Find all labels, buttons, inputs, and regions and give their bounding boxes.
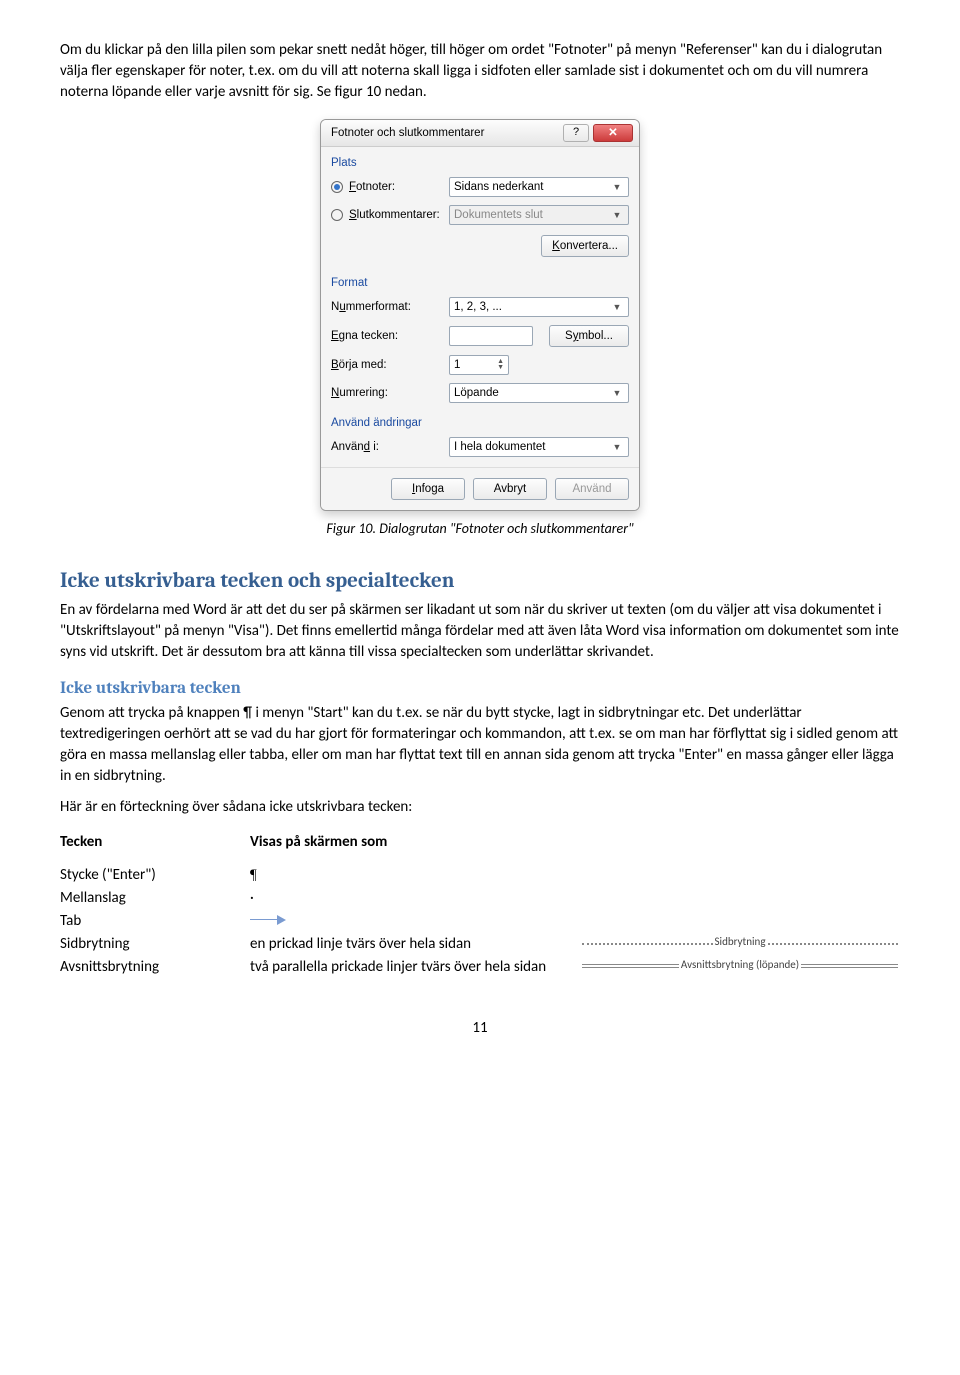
help-icon[interactable]: ? xyxy=(563,124,589,142)
chevron-down-icon: ▼ xyxy=(610,301,624,314)
intro-paragraph: Om du klickar på den lilla pilen som pek… xyxy=(60,40,900,103)
cell-value: två parallella prickade linjer tvärs öve… xyxy=(250,957,580,978)
section-break-label: Avsnittsbrytning (löpande) xyxy=(681,957,799,972)
combo-slutkom: Dokumentets slut ▼ xyxy=(449,205,629,225)
cell-value: · xyxy=(250,888,580,909)
close-icon[interactable]: ✕ xyxy=(593,124,633,142)
label-nummerformat: Nummerformat: xyxy=(331,299,441,315)
table-header: Tecken Visas på skärmen som xyxy=(60,832,900,853)
dialog-title: Fotnoter och slutkommentarer xyxy=(331,125,484,141)
label-egna: Egna tecken: xyxy=(331,328,441,344)
combo-numrering-value: Löpande xyxy=(454,385,499,401)
table-row: Mellanslag · xyxy=(60,888,900,909)
page-number: 11 xyxy=(60,1018,900,1039)
konvertera-button[interactable]: Konvertera... xyxy=(541,235,629,257)
arrow-right-icon xyxy=(250,915,286,925)
combo-numrering[interactable]: Löpande ▼ xyxy=(449,383,629,403)
cell-label: Sidbrytning xyxy=(60,934,250,955)
section-format: Format xyxy=(321,267,639,293)
cell-value: ¶ xyxy=(250,865,580,886)
section-anvand: Använd ändringar xyxy=(321,407,639,433)
table-row: Stycke ("Enter") ¶ xyxy=(60,865,900,886)
label-numrering: Numrering: xyxy=(331,385,441,401)
anvand-button: Använd xyxy=(555,478,629,500)
paragraph-list-intro: Här är en förteckning över sådana icke u… xyxy=(60,797,900,818)
section-break-graphic: Avsnittsbrytning (löpande) xyxy=(580,957,900,972)
chevron-down-icon: ▼ xyxy=(610,209,624,222)
infoga-button[interactable]: Infoga xyxy=(391,478,465,500)
avbryt-button[interactable]: Avbryt xyxy=(473,478,547,500)
page-break-label: Sidbrytning xyxy=(715,934,766,949)
chevron-down-icon: ▼ xyxy=(610,441,624,454)
symbol-button[interactable]: Symbol... xyxy=(549,325,629,347)
cell-label: Stycke ("Enter") xyxy=(60,865,250,886)
cell-value xyxy=(250,911,580,932)
combo-fotnoter[interactable]: Sidans nederkant ▼ xyxy=(449,177,629,197)
heading-icke-utskrivbara: Icke utskrivbara tecken xyxy=(60,677,900,701)
radio-icon xyxy=(331,181,343,193)
heading-specialtecken: Icke utskrivbara tecken och specialtecke… xyxy=(60,567,900,596)
spinner-borja[interactable]: 1 ▲▼ xyxy=(449,355,509,375)
cell-label: Tab xyxy=(60,911,250,932)
th-tecken: Tecken xyxy=(60,832,250,853)
spinner-arrows-icon: ▲▼ xyxy=(497,359,504,371)
dialog-figure: Fotnoter och slutkommentarer ? ✕ Plats F… xyxy=(60,119,900,511)
input-egna-tecken[interactable] xyxy=(449,326,533,346)
radio-fotnoter-label[interactable]: FFotnoter:otnoter: xyxy=(331,179,441,195)
label-anvandi: Använd i: xyxy=(331,439,441,455)
combo-fotnoter-value: Sidans nederkant xyxy=(454,179,544,195)
cell-value: en prickad linje tvärs över hela sidan xyxy=(250,934,580,955)
dialog-titlebar: Fotnoter och slutkommentarer ? ✕ xyxy=(321,120,639,147)
cell-label: Avsnittsbrytning xyxy=(60,957,250,978)
combo-slutkom-value: Dokumentets slut xyxy=(454,207,543,223)
chevron-down-icon: ▼ xyxy=(610,387,624,400)
characters-table: Stycke ("Enter") ¶ Mellanslag · Tab Sidb… xyxy=(60,863,900,978)
paragraph-pilcrow: Genom att trycka på knappen ¶ i menyn "S… xyxy=(60,703,900,787)
section-plats: Plats xyxy=(321,147,639,173)
cell-label: Mellanslag xyxy=(60,888,250,909)
combo-nummerformat-value: 1, 2, 3, ... xyxy=(454,299,502,315)
label-borja: Börja med: xyxy=(331,357,441,373)
th-visas: Visas på skärmen som xyxy=(250,832,580,853)
paragraph-specialtecken: En av fördelarna med Word är att det du … xyxy=(60,600,900,663)
chevron-down-icon: ▼ xyxy=(610,181,624,194)
table-row: Avsnittsbrytning två parallella prickade… xyxy=(60,957,900,978)
table-row: Tab xyxy=(60,911,900,932)
radio-icon xyxy=(331,209,343,221)
combo-nummerformat[interactable]: 1, 2, 3, ... ▼ xyxy=(449,297,629,317)
figure-caption: Figur 10. Dialogrutan "Fotnoter och slut… xyxy=(60,519,900,539)
combo-anvandi-value: I hela dokumentet xyxy=(454,439,545,455)
footnotes-dialog: Fotnoter och slutkommentarer ? ✕ Plats F… xyxy=(320,119,640,511)
spinner-value: 1 xyxy=(454,357,460,373)
combo-anvandi[interactable]: I hela dokumentet ▼ xyxy=(449,437,629,457)
table-row: Sidbrytning en prickad linje tvärs över … xyxy=(60,934,900,955)
radio-slutkom-label[interactable]: Slutkommentarer: xyxy=(331,207,441,223)
page-break-graphic: Sidbrytning xyxy=(580,934,900,949)
